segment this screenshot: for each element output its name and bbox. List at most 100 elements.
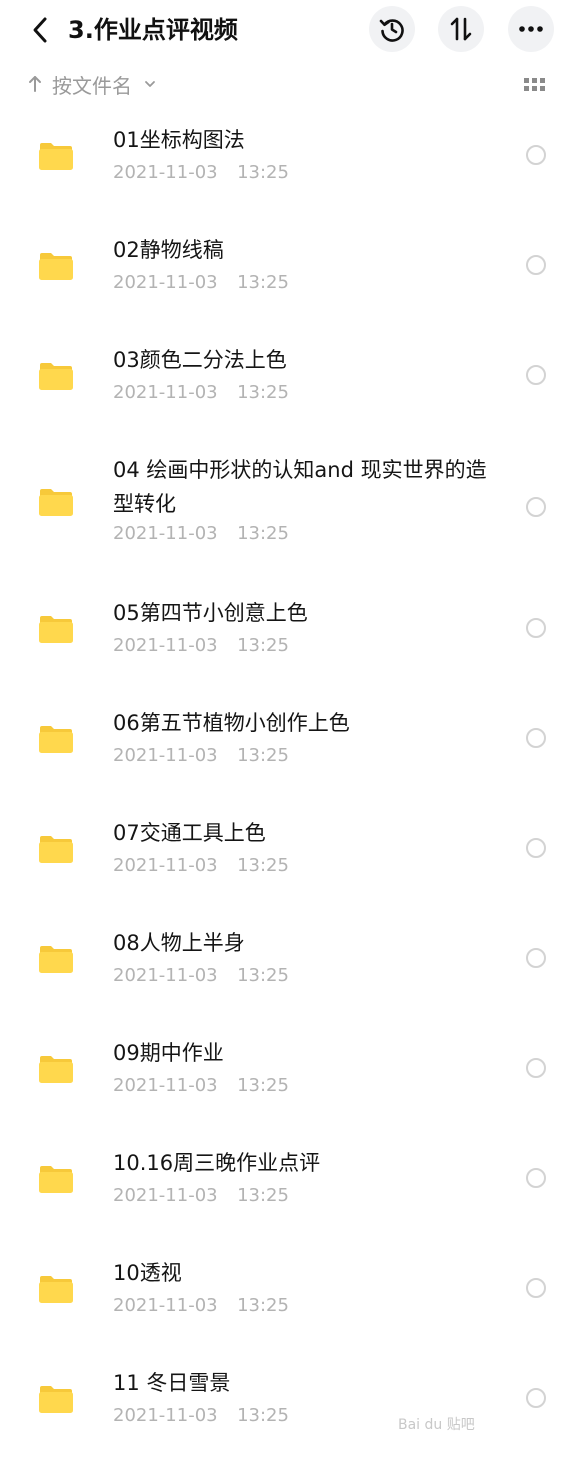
folder-name: 02静物线稿 <box>113 238 224 262</box>
grid-view-button[interactable] <box>522 74 548 96</box>
modified-date: 2021-11-03 <box>113 635 218 656</box>
folder-row[interactable]: 01坐标构图法 2021-11-03 13:25 <box>0 104 580 214</box>
folder-meta: 2021-11-03 13:25 <box>113 854 289 878</box>
folder-row[interactable]: 10.16周三晚作业点评 2021-11-03 13:25 <box>0 1127 580 1237</box>
modified-date: 2021-11-03 <box>113 1295 218 1316</box>
back-button[interactable] <box>24 12 56 48</box>
folder-meta: 2021-11-03 13:25 <box>113 964 289 988</box>
select-checkbox[interactable] <box>526 1168 546 1188</box>
folder-meta: 2021-11-03 13:25 <box>113 1074 289 1098</box>
arrow-up-icon <box>28 75 42 93</box>
folder-meta: 2021-11-03 13:25 <box>113 522 289 546</box>
select-checkbox[interactable] <box>526 618 546 638</box>
folder-icon <box>39 616 73 643</box>
folder-meta: 2021-11-03 13:25 <box>113 634 289 658</box>
modified-time: 13:25 <box>237 162 289 183</box>
folder-name: 09期中作业 <box>113 1041 224 1065</box>
folder-meta: 2021-11-03 13:25 <box>113 161 289 185</box>
more-icon <box>519 26 543 32</box>
modified-time: 13:25 <box>237 745 289 766</box>
modified-time: 13:25 <box>237 382 289 403</box>
folder-name: 08人物上半身 <box>113 931 245 955</box>
folder-row[interactable]: 05第四节小创意上色 2021-11-03 13:25 <box>0 577 580 687</box>
file-list: 01坐标构图法 2021-11-03 13:25 02静物线稿 2021-11-03 … <box>0 104 580 1457</box>
folder-row[interactable]: 06第五节植物小创作上色 2021-11-03 13:25 <box>0 687 580 797</box>
folder-meta: 2021-11-03 13:25 <box>113 381 289 405</box>
select-checkbox[interactable] <box>526 1058 546 1078</box>
modified-date: 2021-11-03 <box>113 1185 218 1206</box>
folder-row[interactable]: 09期中作业 2021-11-03 13:25 <box>0 1017 580 1127</box>
folder-name: 10透视 <box>113 1261 182 1285</box>
sort-bar: 按文件名 <box>0 64 580 104</box>
modified-date: 2021-11-03 <box>113 855 218 876</box>
folder-icon <box>39 1056 73 1083</box>
folder-meta: 2021-11-03 13:25 <box>113 744 289 768</box>
select-checkbox[interactable] <box>526 497 546 517</box>
modified-time: 13:25 <box>237 965 289 986</box>
folder-icon <box>39 489 73 516</box>
folder-name: 07交通工具上色 <box>113 821 266 845</box>
folder-icon <box>39 726 73 753</box>
watermark: Bai du 贴吧 <box>398 1417 475 1433</box>
modified-time: 13:25 <box>237 635 289 656</box>
sort-label: 按文件名 <box>52 73 132 98</box>
modified-date: 2021-11-03 <box>113 1075 218 1096</box>
folder-name: 05第四节小创意上色 <box>113 601 308 625</box>
modified-date: 2021-11-03 <box>113 272 218 293</box>
sort-by-name-toggle[interactable]: 按文件名 <box>28 68 156 100</box>
folder-icon <box>39 143 73 170</box>
folder-name: 11 冬日雪景 <box>113 1371 231 1395</box>
modified-date: 2021-11-03 <box>113 382 218 403</box>
select-checkbox[interactable] <box>526 255 546 275</box>
history-button[interactable] <box>369 6 415 52</box>
modified-time: 13:25 <box>237 1185 289 1206</box>
modified-time: 13:25 <box>237 1295 289 1316</box>
select-checkbox[interactable] <box>526 1278 546 1298</box>
modified-time: 13:25 <box>237 523 289 544</box>
sort-updown-icon <box>450 17 472 41</box>
folder-icon <box>39 836 73 863</box>
modified-time: 13:25 <box>237 272 289 293</box>
select-checkbox[interactable] <box>526 1388 546 1408</box>
chevron-left-icon <box>33 17 47 43</box>
folder-name: 03颜色二分法上色 <box>113 348 287 372</box>
more-button[interactable] <box>508 6 554 52</box>
folder-icon <box>39 253 73 280</box>
modified-time: 13:25 <box>237 1075 289 1096</box>
select-checkbox[interactable] <box>526 365 546 385</box>
folder-meta: 2021-11-03 13:25 <box>113 1294 289 1318</box>
folder-row[interactable]: 08人物上半身 2021-11-03 13:25 <box>0 907 580 1017</box>
folder-name: 04 绘画中形状的认知and 现实世界的造型转化 <box>113 458 487 516</box>
modified-date: 2021-11-03 <box>113 1405 218 1426</box>
folder-name: 06第五节植物小创作上色 <box>113 711 350 735</box>
page-title: 3.作业点评视频 <box>68 16 238 44</box>
folder-meta: 2021-11-03 13:25 <box>113 1404 289 1428</box>
modified-date: 2021-11-03 <box>113 523 218 544</box>
folder-icon <box>39 363 73 390</box>
chevron-down-icon <box>144 80 156 88</box>
folder-meta: 2021-11-03 13:25 <box>113 1184 289 1208</box>
folder-icon <box>39 1276 73 1303</box>
folder-row[interactable]: 07交通工具上色 2021-11-03 13:25 <box>0 797 580 907</box>
modified-date: 2021-11-03 <box>113 162 218 183</box>
folder-icon <box>39 1386 73 1413</box>
modified-date: 2021-11-03 <box>113 965 218 986</box>
modified-time: 13:25 <box>237 1405 289 1426</box>
top-bar: 3.作业点评视频 <box>0 0 580 64</box>
select-checkbox[interactable] <box>526 838 546 858</box>
modified-time: 13:25 <box>237 855 289 876</box>
history-icon <box>379 19 404 42</box>
folder-icon <box>39 946 73 973</box>
folder-row[interactable]: 10透视 2021-11-03 13:25 <box>0 1237 580 1347</box>
sort-order-button[interactable] <box>438 6 484 52</box>
select-checkbox[interactable] <box>526 145 546 165</box>
grid-view-icon <box>524 78 545 91</box>
folder-row[interactable]: 02静物线稿 2021-11-03 13:25 <box>0 214 580 324</box>
folder-row[interactable]: 04 绘画中形状的认知and 现实世界的造型转化 2021-11-03 13:25 <box>0 434 580 577</box>
folder-row[interactable]: 03颜色二分法上色 2021-11-03 13:25 <box>0 324 580 434</box>
folder-name: 01坐标构图法 <box>113 128 245 152</box>
modified-date: 2021-11-03 <box>113 745 218 766</box>
select-checkbox[interactable] <box>526 728 546 748</box>
select-checkbox[interactable] <box>526 948 546 968</box>
folder-name: 10.16周三晚作业点评 <box>113 1151 321 1175</box>
